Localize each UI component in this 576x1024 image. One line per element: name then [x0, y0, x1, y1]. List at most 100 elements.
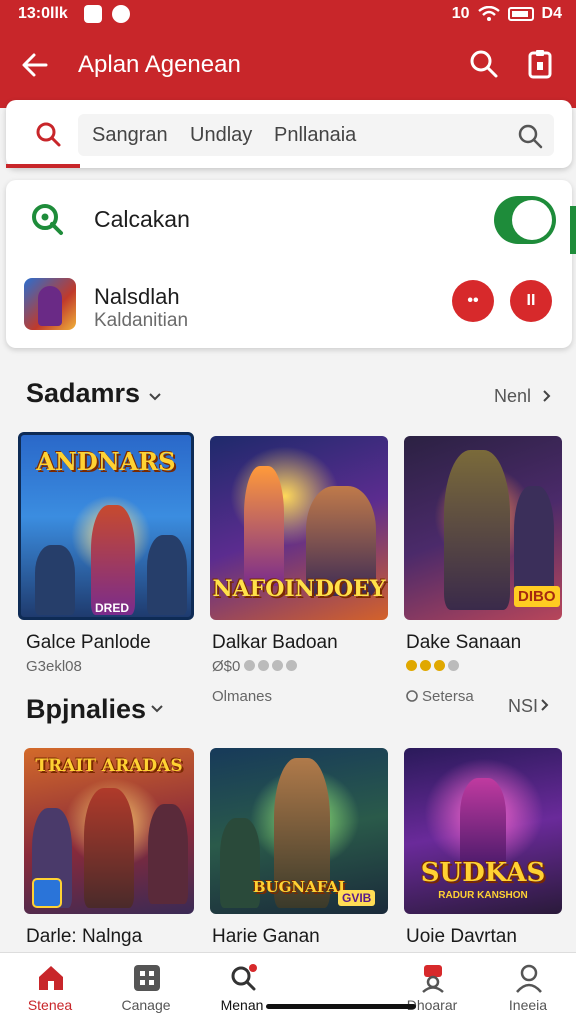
game-meta: Olmanes [212, 688, 273, 705]
game-tile[interactable]: SUDKAS RADUR KANSHON [404, 748, 562, 914]
art-hero [444, 450, 510, 610]
chevron-down-icon[interactable] [150, 702, 164, 716]
game-title[interactable]: Darle: Nalnga [26, 926, 142, 948]
search-chip[interactable]: Sangran [92, 124, 168, 147]
chevron-right-icon[interactable] [540, 389, 554, 403]
art-hero [147, 535, 187, 615]
art-title: ANDNARS [36, 447, 176, 476]
account-avatar[interactable] [24, 278, 76, 330]
section-title[interactable]: Sadamrs [26, 378, 140, 409]
art-title: SUDKAS [420, 858, 546, 888]
game-title[interactable]: Dalkar Badoan [212, 632, 338, 654]
art-title: NAFOINDOEY [212, 576, 386, 602]
nav-item-home[interactable]: Stenea [0, 953, 100, 1024]
game-tile[interactable]: ANDNARS DRED [18, 432, 194, 620]
search-input[interactable]: Sangran Undlay Pnllanaia [78, 114, 554, 156]
scroll-edge-indicator [570, 206, 576, 254]
game-subtitle: G3ekl08 [26, 658, 82, 675]
section-title[interactable]: Bpjnalies [26, 694, 146, 725]
app-bar: Aplan Agenean [0, 30, 576, 108]
search-submit-icon[interactable] [516, 122, 544, 150]
profile-badge-icon [422, 965, 444, 993]
nav-label: Ineeia [508, 997, 548, 1013]
art-subtitle: DRED [95, 601, 130, 615]
status-time: 13:0llk [18, 5, 68, 22]
nav-label: Stenea [27, 997, 73, 1013]
search-icon[interactable] [468, 48, 500, 80]
toggle-knob [512, 200, 552, 240]
game-price: Ø$0 [212, 658, 241, 675]
nav-item-search[interactable]: Menan [192, 953, 292, 1024]
section-more-link[interactable]: Nenl [494, 386, 531, 407]
art-hero [460, 778, 506, 868]
rating-dot [258, 660, 269, 671]
art-subtitle: RADUR KANSHON [438, 890, 528, 901]
app-notification-icon [112, 5, 130, 23]
art-badge: DIBO [514, 586, 560, 607]
nav-item-games[interactable]: Canage [96, 953, 196, 1024]
home-icon [39, 966, 63, 990]
art-hero [35, 545, 75, 615]
art-hero [91, 505, 135, 615]
back-arrow-icon[interactable] [20, 50, 50, 80]
game-title[interactable]: Dake Sanaan [406, 632, 521, 654]
art-hero [244, 466, 284, 586]
rating-dot [244, 660, 255, 671]
game-tile[interactable]: NAFOINDOEY [210, 436, 388, 620]
game-title[interactable]: Galce Panlode [26, 632, 151, 654]
status-right-text: 10 [451, 5, 470, 22]
person-icon [516, 964, 542, 993]
green-search-icon [32, 204, 63, 235]
search-icon [231, 964, 257, 991]
game-tile[interactable]: DIBO [404, 436, 562, 620]
avatar-figure [38, 286, 62, 326]
game-meta: Setersa [422, 688, 474, 705]
game-tile[interactable]: TRAIT ARADAS [24, 748, 194, 914]
rating-dot [420, 660, 431, 671]
rating-dot [448, 660, 459, 671]
search-tab-icon[interactable] [34, 120, 62, 148]
search-chip[interactable]: Pnllanaia [274, 124, 356, 147]
more-options-button[interactable]: •• [452, 280, 494, 322]
search-card: Sangran Undlay Pnllanaia [6, 100, 572, 168]
account-name: Nalsdlah [94, 284, 180, 309]
game-title[interactable]: Harie Ganan [212, 926, 320, 948]
pause-button[interactable]: II [510, 280, 552, 322]
rating-dot [406, 660, 417, 671]
account-subtitle: Kaldanitian [94, 310, 189, 331]
art-title: TRAIT ARADAS [35, 756, 183, 776]
art-badge: GVIB [338, 890, 376, 906]
art-hero [514, 486, 554, 596]
grid-icon [134, 965, 160, 991]
chevron-right-icon[interactable] [538, 698, 552, 712]
game-title[interactable]: Uoie Davrtan [406, 926, 517, 948]
info-circle-icon [406, 690, 418, 702]
section-more-link[interactable]: NSI [508, 696, 538, 717]
rating-dots [406, 660, 459, 671]
rating-dot [434, 660, 445, 671]
game-tile[interactable]: BUGNAFAI GVIB [210, 748, 388, 914]
status-bar: 13:0llk 10 D4 [0, 0, 576, 30]
status-right: 10 D4 [452, 5, 562, 23]
wifi-icon [477, 6, 500, 21]
page-title: Aplan Agenean [78, 51, 241, 78]
chevron-down-icon[interactable] [148, 390, 162, 404]
rating-dot [286, 660, 297, 671]
bottom-nav: Stenea Canage Menan Dhoarar Ineeia [0, 952, 576, 1024]
settings-toggle[interactable] [494, 196, 556, 244]
rating-dot [272, 660, 283, 671]
home-indicator[interactable] [266, 1004, 416, 1009]
toggle-label: Calcakan [94, 206, 190, 232]
search-chip[interactable]: Undlay [190, 124, 252, 147]
battery-icon [507, 7, 534, 21]
active-tab-indicator [6, 164, 80, 168]
art-hero [148, 804, 188, 904]
nav-item-profile[interactable]: Ineeia [478, 953, 576, 1024]
battery-text: D4 [541, 5, 562, 22]
app-badge-icon [32, 878, 62, 908]
clipboard-icon[interactable] [526, 48, 554, 80]
notification-icon [84, 5, 102, 23]
rating-dots [244, 660, 297, 671]
nav-item-badges[interactable]: Dhoarar [382, 953, 482, 1024]
nav-label: Canage [121, 997, 171, 1013]
